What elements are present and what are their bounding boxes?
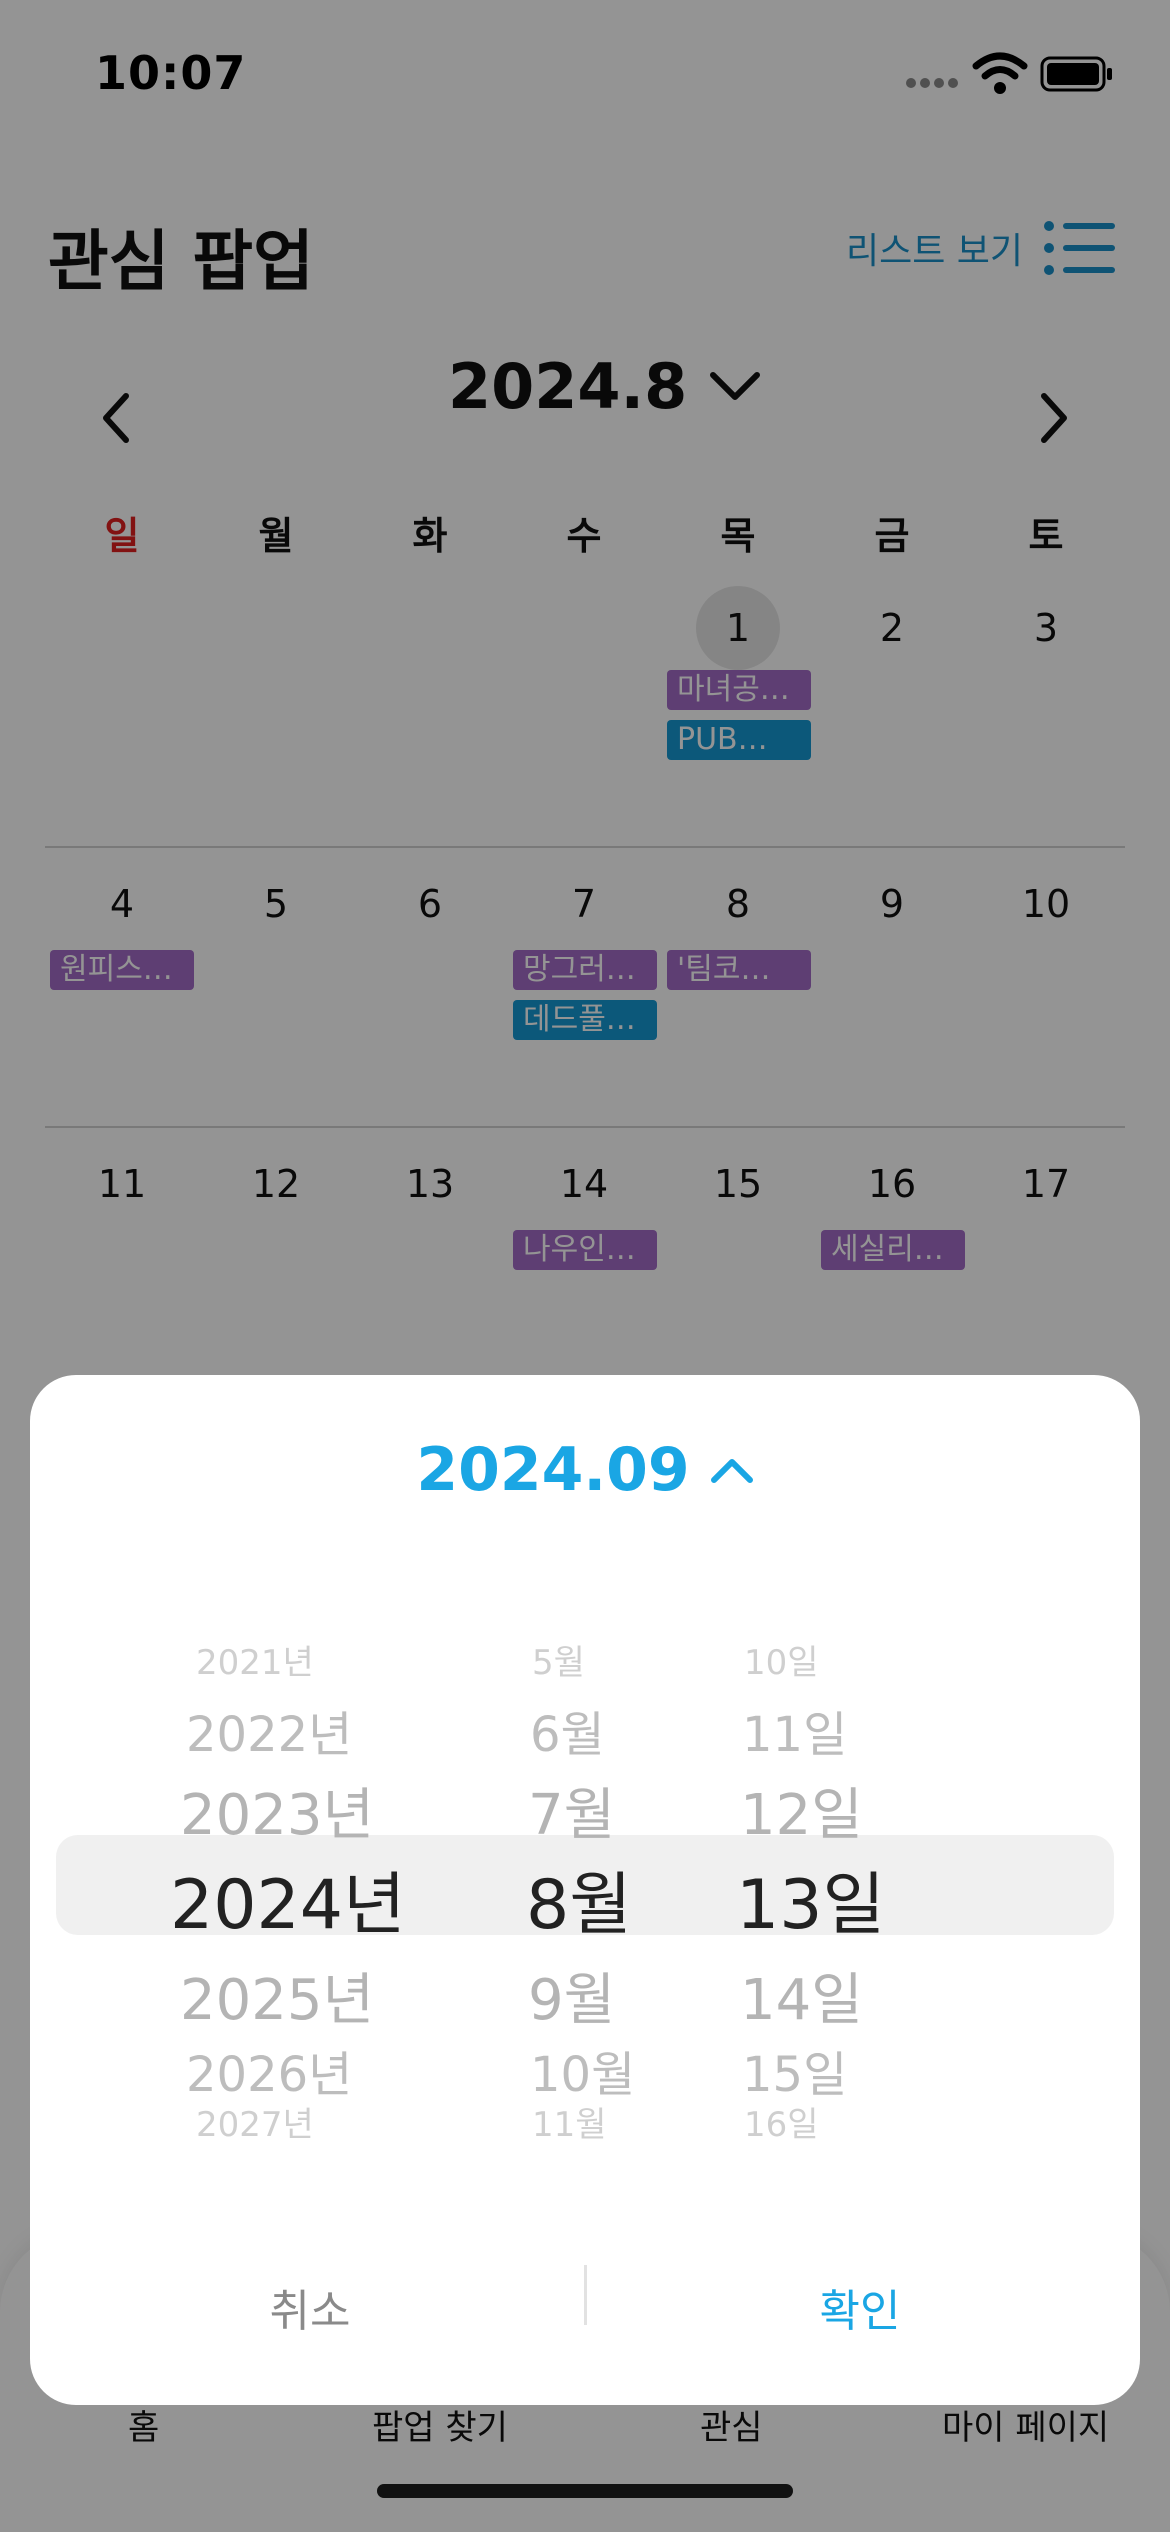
day-wheel[interactable]: 10일 11일 12일 13일 14일 15일 16일: [736, 1615, 936, 2155]
picker-option[interactable]: 2021년: [196, 1635, 314, 1684]
picker-option[interactable]: 16일: [744, 2097, 819, 2146]
picker-option[interactable]: 2027년: [196, 2097, 314, 2146]
picker-option[interactable]: 11일: [742, 1695, 847, 1765]
picker-option[interactable]: 15일: [742, 2035, 847, 2105]
month-wheel[interactable]: 5월 6월 7월 8월 9월 10월 11월: [526, 1615, 706, 2155]
home-indicator[interactable]: [377, 2484, 793, 2498]
date-picker-modal: 2024.09 2021년 2022년 2023년 2024년 2025년 20…: [30, 1375, 1140, 2405]
picker-option-selected[interactable]: 13일: [736, 1849, 885, 1948]
picker-option[interactable]: 14일: [740, 1955, 863, 2036]
action-divider: [584, 2265, 587, 2325]
picker-option[interactable]: 5월: [532, 1635, 585, 1684]
year-wheel[interactable]: 2021년 2022년 2023년 2024년 2025년 2026년 2027…: [170, 1615, 430, 2155]
chevron-up-icon: [710, 1459, 753, 1483]
cancel-button[interactable]: 취소: [130, 2275, 490, 2339]
picker-option-selected[interactable]: 2024년: [170, 1849, 406, 1948]
picker-option[interactable]: 6월: [530, 1695, 605, 1765]
confirm-button[interactable]: 확인: [680, 2275, 1040, 2339]
picker-option[interactable]: 2026년: [186, 2035, 352, 2105]
picker-option[interactable]: 2022년: [186, 1695, 352, 1765]
picker-actions: 취소 확인: [30, 2235, 1140, 2375]
picker-option[interactable]: 10일: [744, 1635, 819, 1684]
picker-option[interactable]: 9월: [528, 1955, 615, 2036]
screen: 10:07 관심 팝업 리스트 보기 2024.8 일 월 화 수 목 금 토 …: [0, 0, 1170, 2532]
picker-option[interactable]: 11월: [532, 2097, 607, 2146]
picker-title-text: 2024.09: [416, 1435, 690, 1505]
picker-option[interactable]: 2023년: [180, 1770, 374, 1851]
picker-option[interactable]: 12일: [740, 1770, 863, 1851]
picker-option-selected[interactable]: 8월: [526, 1849, 632, 1948]
picker-option[interactable]: 10월: [530, 2035, 635, 2105]
picker-title[interactable]: 2024.09: [30, 1435, 1140, 1505]
picker-option[interactable]: 7월: [528, 1770, 615, 1851]
date-wheel-picker[interactable]: 2021년 2022년 2023년 2024년 2025년 2026년 2027…: [30, 1615, 1140, 2155]
picker-option[interactable]: 2025년: [180, 1955, 374, 2036]
